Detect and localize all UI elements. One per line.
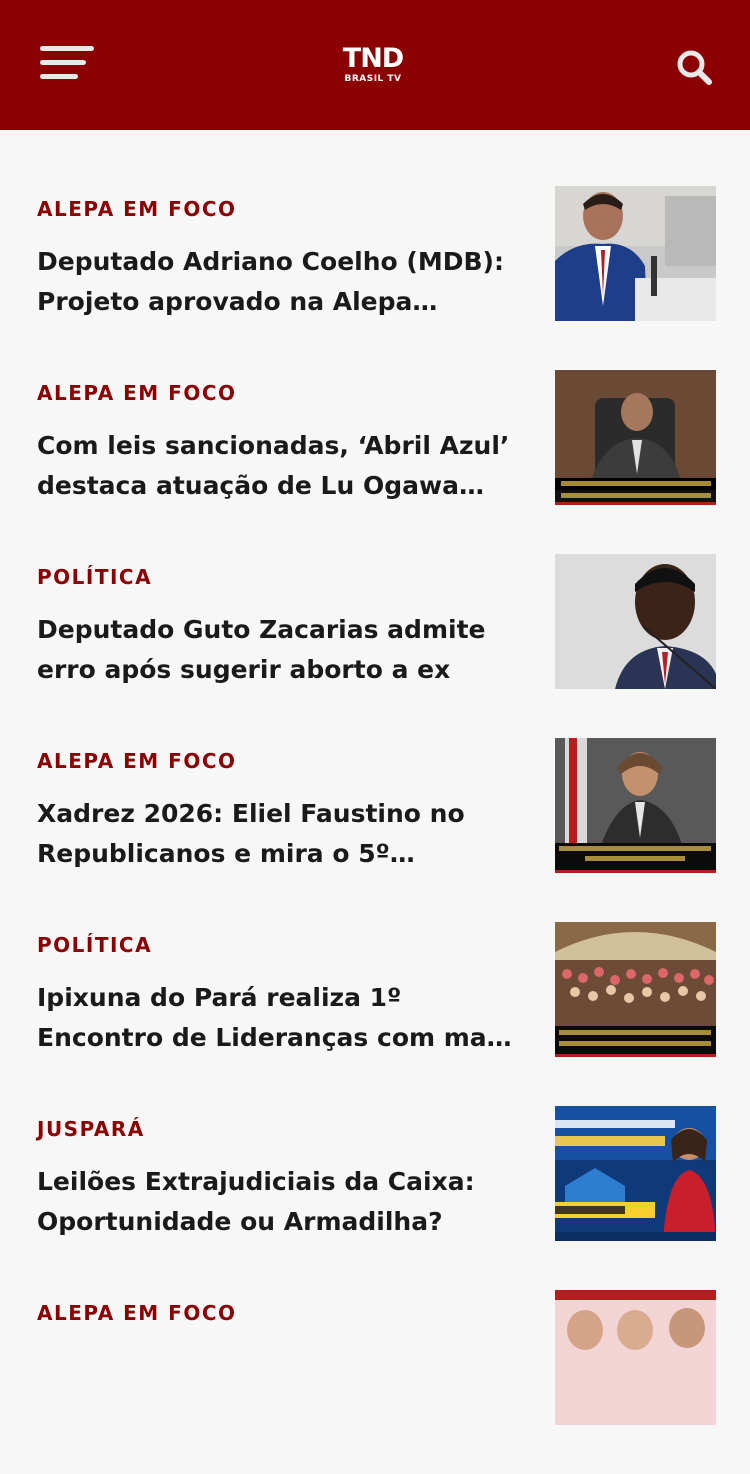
search-icon[interactable] [676,49,712,85]
top-app-bar: TND BRASIL TV [0,0,750,130]
logo-sub-text: BRASIL TV [344,74,402,84]
article-card[interactable]: ALEPA EM FOCO Deputado Adriano Coelho (M… [0,186,750,370]
article-category[interactable]: ALEPA EM FOCO [37,749,237,773]
article-category[interactable]: ALEPA EM FOCO [37,197,237,221]
article-thumbnail[interactable] [555,186,716,321]
article-category[interactable]: JUSPARÁ [37,1117,145,1141]
article-card[interactable]: POLÍTICA Ipixuna do Pará realiza 1º Enco… [0,922,750,1106]
article-card[interactable]: JUSPARÁ Leilões Extrajudiciais da Caixa:… [0,1106,750,1290]
article-card[interactable]: ALEPA EM FOCO Xadrez 2026: Eliel Faustin… [0,738,750,922]
site-logo[interactable]: TND BRASIL TV [338,44,408,90]
article-headline[interactable]: Leilões Extrajudiciais da Caixa: Oportun… [37,1162,517,1242]
logo-main-text: TND [342,43,404,74]
article-category[interactable]: ALEPA EM FOCO [37,381,237,405]
article-thumbnail[interactable] [555,1106,716,1241]
article-headline[interactable]: Deputado Guto Zacarias admite erro após … [37,610,517,690]
article-thumbnail[interactable] [555,554,716,689]
article-headline[interactable]: Ipixuna do Pará realiza 1º Encontro de L… [37,978,517,1058]
article-category[interactable]: POLÍTICA [37,933,152,957]
article-headline[interactable]: Com leis sancionadas, ‘Abril Azul’ desta… [37,426,517,506]
article-card[interactable]: ALEPA EM FOCO Com leis sancionadas, ‘Abr… [0,370,750,554]
article-thumbnail[interactable] [555,370,716,505]
article-thumbnail[interactable] [555,738,716,873]
article-thumbnail[interactable] [555,1290,716,1425]
article-card[interactable]: POLÍTICA Deputado Guto Zacarias admite e… [0,554,750,738]
article-card[interactable]: ALEPA EM FOCO [0,1290,750,1474]
article-headline[interactable]: Xadrez 2026: Eliel Faustino no Republica… [37,794,517,874]
hamburger-menu-icon[interactable] [40,46,94,84]
article-headline[interactable]: Deputado Adriano Coelho (MDB): Projeto a… [37,242,517,322]
article-thumbnail[interactable] [555,922,716,1057]
article-category[interactable]: ALEPA EM FOCO [37,1301,237,1325]
article-category[interactable]: POLÍTICA [37,565,152,589]
